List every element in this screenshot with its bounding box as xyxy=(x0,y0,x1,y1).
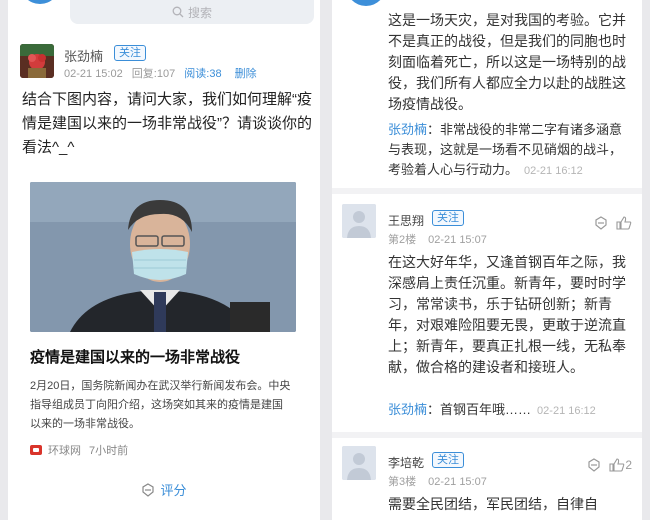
comment-time: 02-21 15:07 xyxy=(428,476,487,488)
reply-count: 回复:107 xyxy=(131,68,176,80)
rate-icon xyxy=(142,482,155,497)
read-count[interactable]: 阅读:38 xyxy=(184,68,221,80)
reply-time: 02-21 16:12 xyxy=(524,165,583,177)
search-input[interactable]: 搜索 xyxy=(70,0,314,24)
like-button[interactable]: 2 xyxy=(609,458,632,472)
post-datetime: 02-21 15:02 xyxy=(64,68,123,80)
comment-floor: 第2楼 xyxy=(388,234,417,246)
like-icon[interactable] xyxy=(616,216,632,230)
follow-button[interactable]: 关注 xyxy=(114,45,146,61)
search-placeholder: 搜索 xyxy=(187,5,212,20)
divider xyxy=(332,432,642,438)
comment-reply: 张劲楠：非常战役的非常二字有诸多涵意与表现，这就是一场看不见硝烟的战斗，考验着人… xyxy=(388,122,623,177)
news-time: 7小时前 xyxy=(89,445,129,457)
news-photo xyxy=(30,182,296,332)
search-icon xyxy=(172,6,184,18)
reward-icon[interactable] xyxy=(594,216,608,230)
comment-actions: 2 xyxy=(587,458,632,472)
reward-icon[interactable] xyxy=(587,458,601,472)
avatar[interactable] xyxy=(342,446,376,480)
divider xyxy=(332,188,642,194)
commenter-name[interactable]: 王思翔 xyxy=(388,212,424,229)
comment-floor: 第3楼 xyxy=(388,476,417,488)
top-bar: 搜索 xyxy=(8,0,320,32)
post-meta: 02-21 15:02 回复:107 阅读:38 删除 xyxy=(64,65,257,81)
avatar[interactable] xyxy=(342,204,376,238)
commenter-name[interactable]: 李培乾 xyxy=(388,454,424,471)
reply-time: 02-21 16:12 xyxy=(537,405,596,417)
delete-button[interactable]: 删除 xyxy=(235,68,257,80)
comment-text: 需要全民团结，军民团结，自律自 xyxy=(388,496,598,512)
reply-text: 首钢百年哦…… xyxy=(440,402,532,417)
user-avatar-button[interactable] xyxy=(20,0,60,4)
comment-reply: 张劲楠：首钢百年哦…… 02-21 16:12 xyxy=(388,402,596,417)
post-body: 结合下图内容，请问大家，我们如何理解“疫情是建国以来的一场非常战役”？请谈谈你的… xyxy=(22,91,312,156)
post-header: 张劲楠 关注 02-21 15:02 回复:107 阅读:38 删除 xyxy=(8,32,320,82)
comment-text: 这是一场天灾，是对我国的考验。它并不是真正的战役，但是我们的同胞也时刻面临着死亡… xyxy=(388,12,626,112)
like-count: 2 xyxy=(625,458,632,472)
like-icon xyxy=(609,458,625,472)
avatar[interactable] xyxy=(20,44,54,78)
rate-label: 评分 xyxy=(160,483,187,498)
follow-button[interactable]: 关注 xyxy=(432,452,464,468)
post-author[interactable]: 张劲楠 xyxy=(64,46,103,65)
comment-meta: 第3楼 02-21 15:07 xyxy=(388,473,487,489)
news-title: 疫情是建国以来的一场非常战役 xyxy=(30,349,241,366)
comments-panel: 这是一场天灾，是对我国的考验。它并不是真正的战役，但是我们的同胞也时刻面临着死亡… xyxy=(332,0,642,520)
news-source-row: 环球网 7小时前 xyxy=(30,442,296,458)
commenter-avatar[interactable] xyxy=(346,0,386,6)
post-panel: 搜索 张劲楠 关注 02-21 15:02 回复:107 阅读:38 删除 结合… xyxy=(8,0,320,520)
news-description: 2月20日，国务院新闻办在武汉举行新闻发布会。中央指导组成员丁向阳介绍，这场突如… xyxy=(30,380,291,430)
comment-text: 在这大好年华，又逢首钢百年之际，我深感肩上责任沉重。新青年，要时时学习，常常读书… xyxy=(388,254,626,375)
source-logo-icon xyxy=(30,445,42,455)
reply-author[interactable]: 张劲楠 xyxy=(388,122,427,137)
comment-meta: 第2楼 02-21 15:07 xyxy=(388,231,487,247)
rate-button[interactable]: 评分 xyxy=(8,480,320,499)
news-card[interactable]: 疫情是建国以来的一场非常战役 2月20日，国务院新闻办在武汉举行新闻发布会。中央… xyxy=(30,182,296,457)
reply-author[interactable]: 张劲楠 xyxy=(388,402,427,417)
follow-button[interactable]: 关注 xyxy=(432,210,464,226)
news-source: 环球网 xyxy=(48,445,81,457)
comment-time: 02-21 15:07 xyxy=(428,234,487,246)
comment-actions xyxy=(594,216,632,230)
